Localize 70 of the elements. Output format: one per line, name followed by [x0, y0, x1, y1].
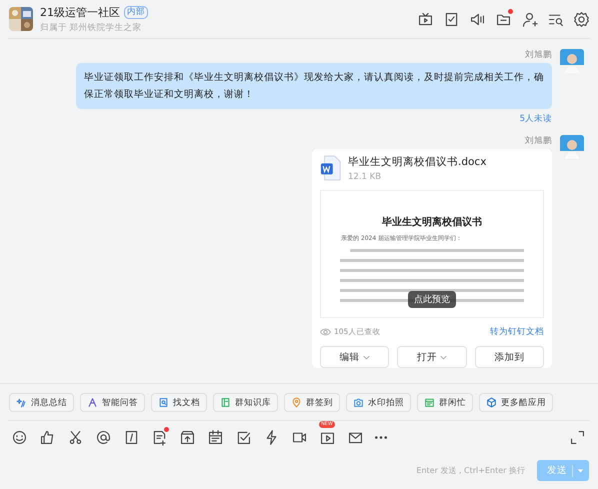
send-hint: Enter 发送 , Ctrl+Enter 换行	[416, 465, 525, 476]
caret-icon	[578, 468, 583, 472]
action-button[interactable]: 打开	[397, 346, 467, 368]
document-title: 毕业生文明离校倡议书	[382, 215, 482, 229]
action-button[interactable]: 添加到	[474, 346, 544, 368]
sparkle-icon	[16, 397, 27, 408]
location-pin-icon	[291, 397, 302, 408]
header-icon-button[interactable]	[573, 10, 590, 28]
avatar	[560, 49, 584, 73]
more-icon	[375, 436, 387, 439]
quick-app-button[interactable]: 找文档	[151, 393, 207, 412]
expand-icon[interactable]	[569, 429, 586, 446]
quick-app-button[interactable]: 群知识库	[213, 393, 278, 412]
tool-button[interactable]	[11, 429, 28, 446]
tool-button[interactable]	[151, 429, 168, 446]
tool-button[interactable]	[95, 429, 112, 446]
quick-app-button[interactable]: 水印拍照	[346, 393, 411, 412]
sender-name: 刘旭鹏	[525, 135, 552, 147]
scissors-icon	[67, 429, 84, 446]
quick-app-button[interactable]: 群闲忙	[417, 393, 473, 412]
letter-a-icon	[87, 397, 98, 408]
convert-link[interactable]: 转为钉钉文档	[490, 326, 544, 338]
upload-icon	[179, 429, 196, 446]
camera-icon	[353, 397, 364, 408]
message-bubble: 毕业证领取工作安排和《毕业生文明离校倡议书》现发给大家，请认真阅读，及时提前完成相关工作，确保正常领取毕业证和文明离校，谢谢！	[76, 63, 552, 109]
header-icon-button[interactable]	[521, 10, 538, 28]
tool-button[interactable]	[39, 429, 56, 446]
eye-icon	[320, 328, 331, 336]
caret-icon	[440, 354, 447, 360]
tv-icon	[417, 10, 434, 28]
add-user-icon	[521, 10, 538, 28]
avatar	[560, 135, 584, 159]
tool-button[interactable]	[179, 429, 196, 446]
word-file-icon	[320, 155, 342, 181]
slash-icon	[123, 429, 140, 446]
group-subtitle: 归属于 郑州铁院学生之家	[40, 22, 143, 34]
sender-name: 刘旭鹏	[525, 49, 552, 61]
quick-app-button[interactable]: 消息总结	[9, 393, 74, 412]
doc-search-icon	[158, 397, 169, 408]
calendar-icon	[207, 429, 224, 446]
quick-app-button[interactable]: 更多酷应用	[479, 393, 553, 412]
quick-app-button[interactable]: 智能问答	[80, 393, 145, 412]
file-size: 12.1 KB	[348, 172, 382, 182]
caret-icon	[362, 354, 370, 360]
action-button[interactable]: 编辑	[320, 346, 390, 368]
tool-button[interactable]	[375, 436, 387, 439]
quick-app-button[interactable]: 群签到	[284, 393, 340, 412]
tool-button[interactable]	[67, 429, 84, 446]
header-icon-button[interactable]	[417, 10, 434, 28]
note-add-icon	[151, 429, 168, 446]
at-sign-icon	[95, 429, 112, 446]
notification-dot	[508, 8, 513, 14]
group-title: 21级运管一社区	[40, 4, 120, 20]
task-check-icon	[235, 429, 252, 446]
settings-icon	[573, 10, 590, 28]
tool-button[interactable]	[207, 429, 224, 446]
cube-icon	[486, 397, 497, 408]
book-icon	[220, 397, 231, 408]
header-icon-button[interactable]	[495, 10, 512, 28]
tool-button[interactable]	[123, 429, 140, 446]
emoji-icon	[11, 429, 28, 446]
thumbs-up-icon	[39, 429, 56, 446]
header-icon-button[interactable]	[443, 10, 460, 28]
preview-button[interactable]: 点此预览	[408, 291, 456, 308]
checkbox-icon	[443, 10, 460, 28]
tool-button[interactable]	[235, 429, 252, 446]
internal-tag: 内部	[124, 6, 148, 18]
calendar-icon	[424, 397, 435, 408]
file-name[interactable]: 毕业生文明离校倡议书.docx	[348, 155, 486, 169]
notification-dot	[164, 427, 169, 432]
